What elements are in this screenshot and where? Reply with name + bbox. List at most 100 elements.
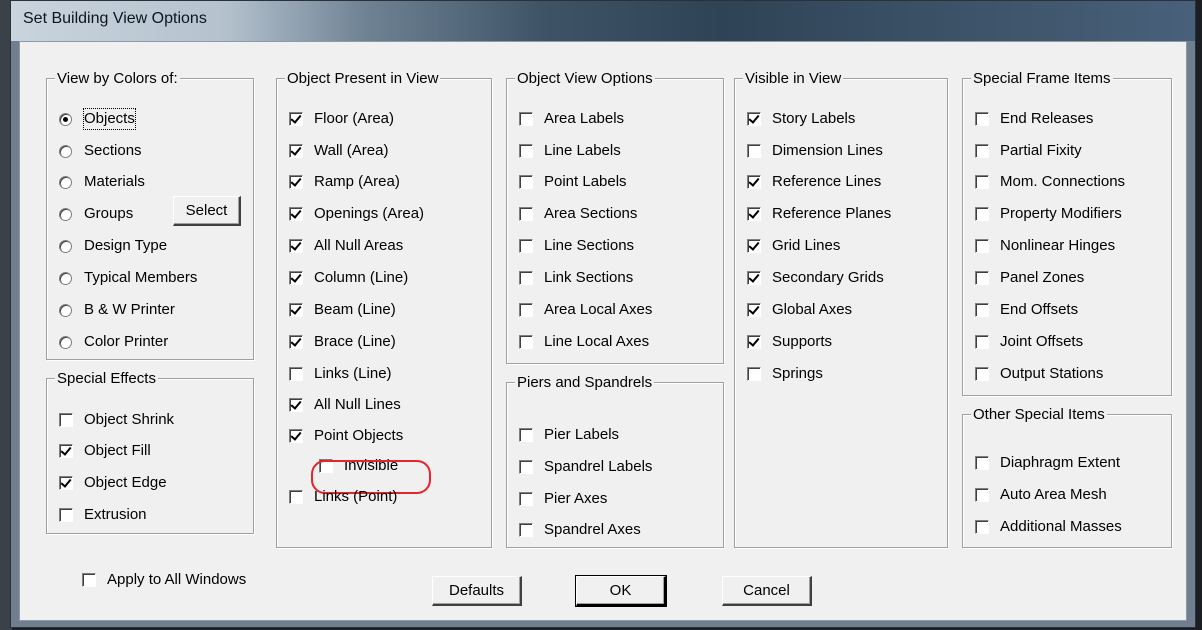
checkbox-links-line[interactable]: Links (Line) — [289, 362, 392, 386]
checkbox-line-local-axes[interactable]: Line Local Axes — [519, 330, 649, 354]
checkbox[interactable] — [975, 520, 989, 534]
checkbox[interactable] — [519, 207, 533, 221]
checkbox[interactable] — [519, 239, 533, 253]
checkbox-joint-offsets[interactable]: Joint Offsets — [975, 330, 1083, 354]
checkbox-output-stations[interactable]: Output Stations — [975, 362, 1103, 386]
checkbox-invisible[interactable]: Invisible — [319, 454, 398, 478]
checkbox[interactable] — [289, 112, 303, 126]
checkbox[interactable] — [289, 335, 303, 349]
title-bar[interactable]: Set Building View Options — [11, 1, 1195, 41]
checkbox-nonlinear-hinges[interactable]: Nonlinear Hinges — [975, 234, 1115, 258]
checkbox-grid-lines[interactable]: Grid Lines — [747, 234, 840, 258]
checkbox-area-labels[interactable]: Area Labels — [519, 107, 624, 131]
checkbox[interactable] — [59, 476, 73, 490]
checkbox[interactable] — [289, 490, 303, 504]
checkbox[interactable] — [975, 144, 989, 158]
checkbox-story-labels[interactable]: Story Labels — [747, 107, 855, 131]
checkbox[interactable] — [519, 335, 533, 349]
checkbox[interactable] — [975, 207, 989, 221]
radio-materials[interactable]: Materials — [59, 170, 145, 194]
checkbox-brace-line[interactable]: Brace (Line) — [289, 330, 396, 354]
checkbox[interactable] — [747, 271, 761, 285]
radio-groups[interactable]: Groups — [59, 202, 133, 226]
checkbox-beam-line[interactable]: Beam (Line) — [289, 298, 396, 322]
checkbox-column-line[interactable]: Column (Line) — [289, 266, 408, 290]
checkbox[interactable] — [289, 239, 303, 253]
radio-typical-members[interactable]: Typical Members — [59, 266, 197, 290]
checkbox[interactable] — [975, 335, 989, 349]
checkbox-diaphragm-extent[interactable]: Diaphragm Extent — [975, 451, 1120, 475]
checkbox[interactable] — [59, 444, 73, 458]
defaults-button[interactable]: Defaults — [432, 576, 522, 606]
checkbox[interactable] — [289, 367, 303, 381]
checkbox-spandrel-axes[interactable]: Spandrel Axes — [519, 518, 641, 542]
checkbox-pier-axes[interactable]: Pier Axes — [519, 487, 607, 511]
radio-button[interactable] — [59, 335, 72, 349]
checkbox[interactable] — [975, 367, 989, 381]
checkbox-wall-area[interactable]: Wall (Area) — [289, 139, 388, 163]
checkbox-ramp-area[interactable]: Ramp (Area) — [289, 170, 400, 194]
checkbox-property-modifiers[interactable]: Property Modifiers — [975, 202, 1122, 226]
checkbox[interactable] — [975, 456, 989, 470]
checkbox[interactable] — [747, 303, 761, 317]
checkbox-floor-area[interactable]: Floor (Area) — [289, 107, 394, 131]
radio-button[interactable] — [59, 175, 72, 189]
checkbox[interactable] — [519, 112, 533, 126]
checkbox[interactable] — [519, 144, 533, 158]
checkbox[interactable] — [975, 239, 989, 253]
radio-button[interactable] — [59, 144, 72, 158]
radio-sections[interactable]: Sections — [59, 139, 142, 163]
checkbox[interactable] — [59, 413, 73, 427]
checkbox[interactable] — [519, 175, 533, 189]
checkbox-object-fill[interactable]: Object Fill — [59, 439, 151, 463]
checkbox-reference-lines[interactable]: Reference Lines — [747, 170, 881, 194]
checkbox-point-objects[interactable]: Point Objects — [289, 424, 403, 448]
checkbox[interactable] — [747, 335, 761, 349]
checkbox[interactable] — [289, 303, 303, 317]
checkbox-partial-fixity[interactable]: Partial Fixity — [975, 139, 1082, 163]
checkbox-all-null-lines[interactable]: All Null Lines — [289, 393, 401, 417]
checkbox[interactable] — [289, 207, 303, 221]
checkbox[interactable] — [747, 112, 761, 126]
checkbox-link-sections[interactable]: Link Sections — [519, 266, 633, 290]
checkbox-all-null-areas[interactable]: All Null Areas — [289, 234, 403, 258]
checkbox[interactable] — [519, 523, 533, 537]
checkbox[interactable] — [519, 460, 533, 474]
checkbox[interactable] — [319, 459, 333, 473]
checkbox-pier-labels[interactable]: Pier Labels — [519, 423, 619, 447]
checkbox[interactable] — [289, 429, 303, 443]
checkbox[interactable] — [289, 175, 303, 189]
checkbox-apply-to-all-windows[interactable]: Apply to All Windows — [82, 568, 246, 592]
checkbox[interactable] — [82, 573, 96, 587]
radio-button[interactable] — [59, 303, 72, 317]
checkbox-springs[interactable]: Springs — [747, 362, 823, 386]
radio-design-type[interactable]: Design Type — [59, 234, 167, 258]
cancel-button[interactable]: Cancel — [722, 576, 812, 606]
checkbox-auto-area-mesh[interactable]: Auto Area Mesh — [975, 483, 1107, 507]
checkbox[interactable] — [289, 398, 303, 412]
checkbox[interactable] — [747, 239, 761, 253]
checkbox-object-shrink[interactable]: Object Shrink — [59, 408, 174, 432]
checkbox-links-point[interactable]: Links (Point) — [289, 485, 397, 509]
checkbox-end-releases[interactable]: End Releases — [975, 107, 1093, 131]
checkbox-point-labels[interactable]: Point Labels — [519, 170, 627, 194]
checkbox-supports[interactable]: Supports — [747, 330, 832, 354]
select-groups-button[interactable]: Select — [173, 196, 241, 226]
checkbox[interactable] — [289, 271, 303, 285]
radio-button[interactable] — [59, 271, 72, 285]
ok-button[interactable]: OK — [575, 575, 667, 607]
checkbox-panel-zones[interactable]: Panel Zones — [975, 266, 1084, 290]
checkbox[interactable] — [975, 303, 989, 317]
checkbox-global-axes[interactable]: Global Axes — [747, 298, 852, 322]
checkbox-object-edge[interactable]: Object Edge — [59, 471, 167, 495]
checkbox-additional-masses[interactable]: Additional Masses — [975, 515, 1122, 539]
radio-button[interactable] — [59, 207, 72, 221]
checkbox[interactable] — [975, 271, 989, 285]
checkbox[interactable] — [747, 144, 761, 158]
checkbox[interactable] — [59, 508, 73, 522]
radio-objects[interactable]: Objects — [59, 107, 136, 131]
checkbox-mom-connections[interactable]: Mom. Connections — [975, 170, 1125, 194]
checkbox-dimension-lines[interactable]: Dimension Lines — [747, 139, 883, 163]
checkbox[interactable] — [747, 207, 761, 221]
checkbox[interactable] — [519, 428, 533, 442]
